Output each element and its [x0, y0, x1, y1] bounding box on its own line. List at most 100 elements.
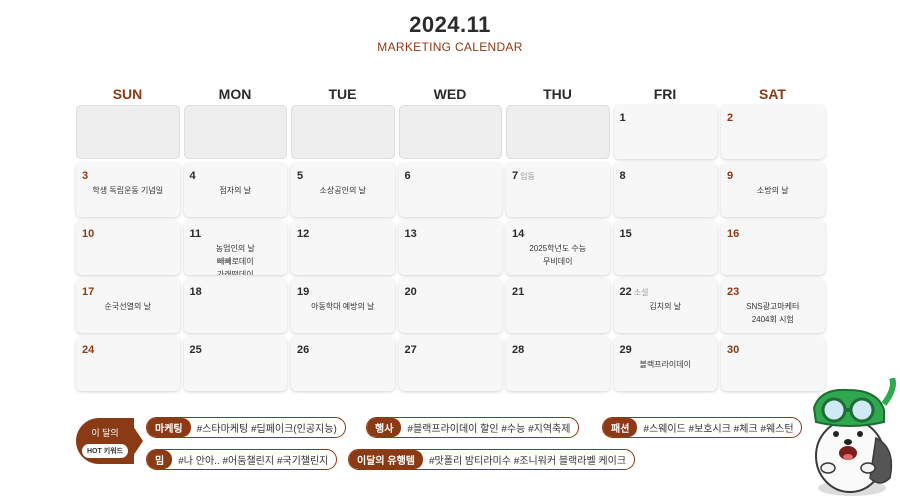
keyword-label: 마케팅	[147, 418, 191, 437]
day-events: 아동학대 예방의 날	[291, 300, 395, 313]
seal-mascot-icon	[800, 376, 900, 500]
calendar-cell-day: 2	[721, 105, 825, 159]
day-number: 23	[727, 286, 740, 298]
day-number: 17	[82, 286, 95, 298]
day-number: 14	[512, 228, 525, 240]
day-events: 농업인의 날 빼빼로데이 가래떡데이	[184, 242, 288, 275]
day-number: 7	[512, 170, 519, 182]
day-number: 6	[404, 170, 411, 182]
calendar-cell-empty	[398, 105, 502, 159]
day-number: 19	[297, 286, 310, 298]
day-number: 22	[619, 286, 632, 298]
event-label: 학생 독립운동 기념일	[92, 186, 164, 195]
keyword-pill-meme: 밈 #나 안아.. #어둠챌린지 #국기챌린지	[146, 449, 338, 470]
weekday-tue: TUE	[328, 86, 357, 102]
event-label: 2025학년도 수능	[529, 244, 587, 253]
calendar-cell-empty	[291, 105, 395, 159]
keyword-pill-fashion: 패션 #스웨이드 #보호시크 #체크 #웨스턴	[602, 417, 802, 438]
calendar-cell-day: 27	[398, 337, 502, 391]
calendar-cell-day: 17 순국선열의 날	[76, 279, 180, 333]
day-events: 소상공인의 날	[291, 184, 395, 197]
event-label: 2404회 시험	[751, 315, 794, 324]
keyword-pill-marketing: 마케팅 #스타마케팅 #딥페이크(인공지능)	[146, 417, 346, 438]
badge-title: 이 달의	[91, 428, 119, 438]
day-number: 5	[297, 170, 304, 182]
calendar-cell-empty	[183, 105, 287, 159]
day-number: 28	[512, 344, 525, 356]
day-number: 3	[82, 170, 89, 182]
weekday-sat: SAT	[759, 86, 786, 102]
event-label: 점자의 날	[219, 186, 252, 195]
event-label: 순국선열의 날	[104, 302, 151, 311]
calendar-cell-day: 1	[613, 105, 717, 159]
keyword-text: #나 안아.. #어둠챌린지 #국기챌린지	[178, 456, 329, 467]
calendar-cell-empty	[76, 105, 180, 159]
day-events: SNS광고마케터 2404회 시험	[721, 300, 825, 326]
weekday-fri: FRI	[653, 86, 677, 102]
event-label: 아동학대 예방의 날	[311, 302, 375, 311]
day-number: 25	[189, 344, 202, 356]
calendar-cell-day: 4 점자의 날	[183, 163, 288, 217]
calendar-cell-empty	[506, 105, 610, 159]
calendar-cell-day: 7 입동	[506, 163, 610, 217]
calendar-cell-day: 10	[76, 221, 180, 275]
calendar-cell-day: 11 농업인의 날 빼빼로데이 가래떡데이	[183, 221, 288, 275]
event-label: SNS광고마케터	[746, 302, 800, 311]
calendar-cell-day: 25	[183, 337, 287, 391]
badge-arrow-icon	[133, 426, 143, 456]
weekday-sun: SUN	[112, 86, 143, 102]
event-label: 가래떡데이	[216, 270, 254, 275]
keyword-label: 패션	[603, 418, 638, 437]
seasonal-term-tag: 소설	[633, 288, 649, 297]
calendar-cell-day: 6	[398, 163, 502, 217]
keyword-text: #스타마케팅 #딥페이크(인공지능)	[196, 424, 337, 435]
day-number: 30	[727, 344, 740, 356]
calendar-cell-day: 29 블랙프라이데이	[613, 337, 718, 391]
calendar-cell-day: 13	[398, 221, 502, 275]
event-label: 소상공인의 날	[319, 186, 366, 195]
badge-subtitle: HOT 키워드	[81, 444, 129, 458]
calendar-cell-day: 9 소방의 날	[721, 163, 825, 217]
day-events: 순국선열의 날	[76, 300, 180, 313]
day-number: 9	[727, 170, 734, 182]
day-number: 21	[512, 286, 525, 298]
calendar-cell-day: 22 소설 김치의 날	[613, 279, 717, 333]
day-number: 8	[619, 170, 626, 182]
weekday-thu: THU	[543, 86, 572, 102]
calendar-cell-day: 16	[721, 221, 825, 275]
calendar-cell-day: 24	[76, 337, 180, 391]
calendar-cell-day: 19 아동학대 예방의 날	[291, 279, 395, 333]
day-events: 2025학년도 수능무비데이	[506, 242, 610, 268]
calendar-subtitle: MARKETING CALENDAR	[377, 40, 523, 54]
day-number: 27	[404, 344, 417, 356]
day-number: 11	[189, 228, 202, 240]
event-label: 무비데이	[543, 257, 573, 266]
calendar-cell-day: 28	[506, 337, 610, 391]
day-events: 점자의 날	[184, 184, 288, 197]
event-label: 김치의 날	[649, 302, 682, 311]
calendar-cell-day: 21	[506, 279, 610, 333]
day-number: 29	[619, 344, 632, 356]
keyword-text: #스웨이드 #보호시크 #체크 #웨스턴	[643, 424, 794, 435]
day-number: 1	[619, 112, 626, 124]
event-label: 소방의 날	[756, 186, 789, 195]
day-number: 15	[619, 228, 632, 240]
day-number: 18	[189, 286, 202, 298]
weekday-wed: WED	[433, 86, 467, 102]
calendar-cell-day: 23 SNS광고마케터 2404회 시험	[721, 279, 825, 333]
calendar-grid: 1 2 3 학생 독립운동 기념일 4 점자의 날 5 소상공인의 날 6 7 입동 8 9 소방의 날1…	[76, 105, 826, 391]
day-events: 블랙프라이데이	[614, 358, 718, 371]
day-number: 2	[727, 112, 734, 124]
day-number: 4	[189, 170, 196, 182]
keyword-label: 이달의 유행템	[349, 450, 423, 469]
seasonal-term-tag: 입동	[520, 172, 535, 181]
event-label: 빼빼로데이	[216, 257, 254, 266]
day-number: 10	[82, 228, 95, 240]
keyword-text: #맛폴리 밤티라미수 #조니워커 블랙라벨 케이크	[428, 456, 627, 467]
keyword-pill-event: 행사 #블랙프라이데이 할인 #수능 #지역축제	[366, 417, 580, 438]
keyword-pill-trend-item: 이달의 유행템 #맛폴리 밤티라미수 #조니워커 블랙라벨 케이크	[348, 449, 636, 470]
calendar-cell-day: 5 소상공인의 날	[291, 163, 395, 217]
calendar-cell-day: 18	[183, 279, 287, 333]
day-number: 13	[404, 228, 417, 240]
calendar-cell-day: 20	[398, 279, 502, 333]
